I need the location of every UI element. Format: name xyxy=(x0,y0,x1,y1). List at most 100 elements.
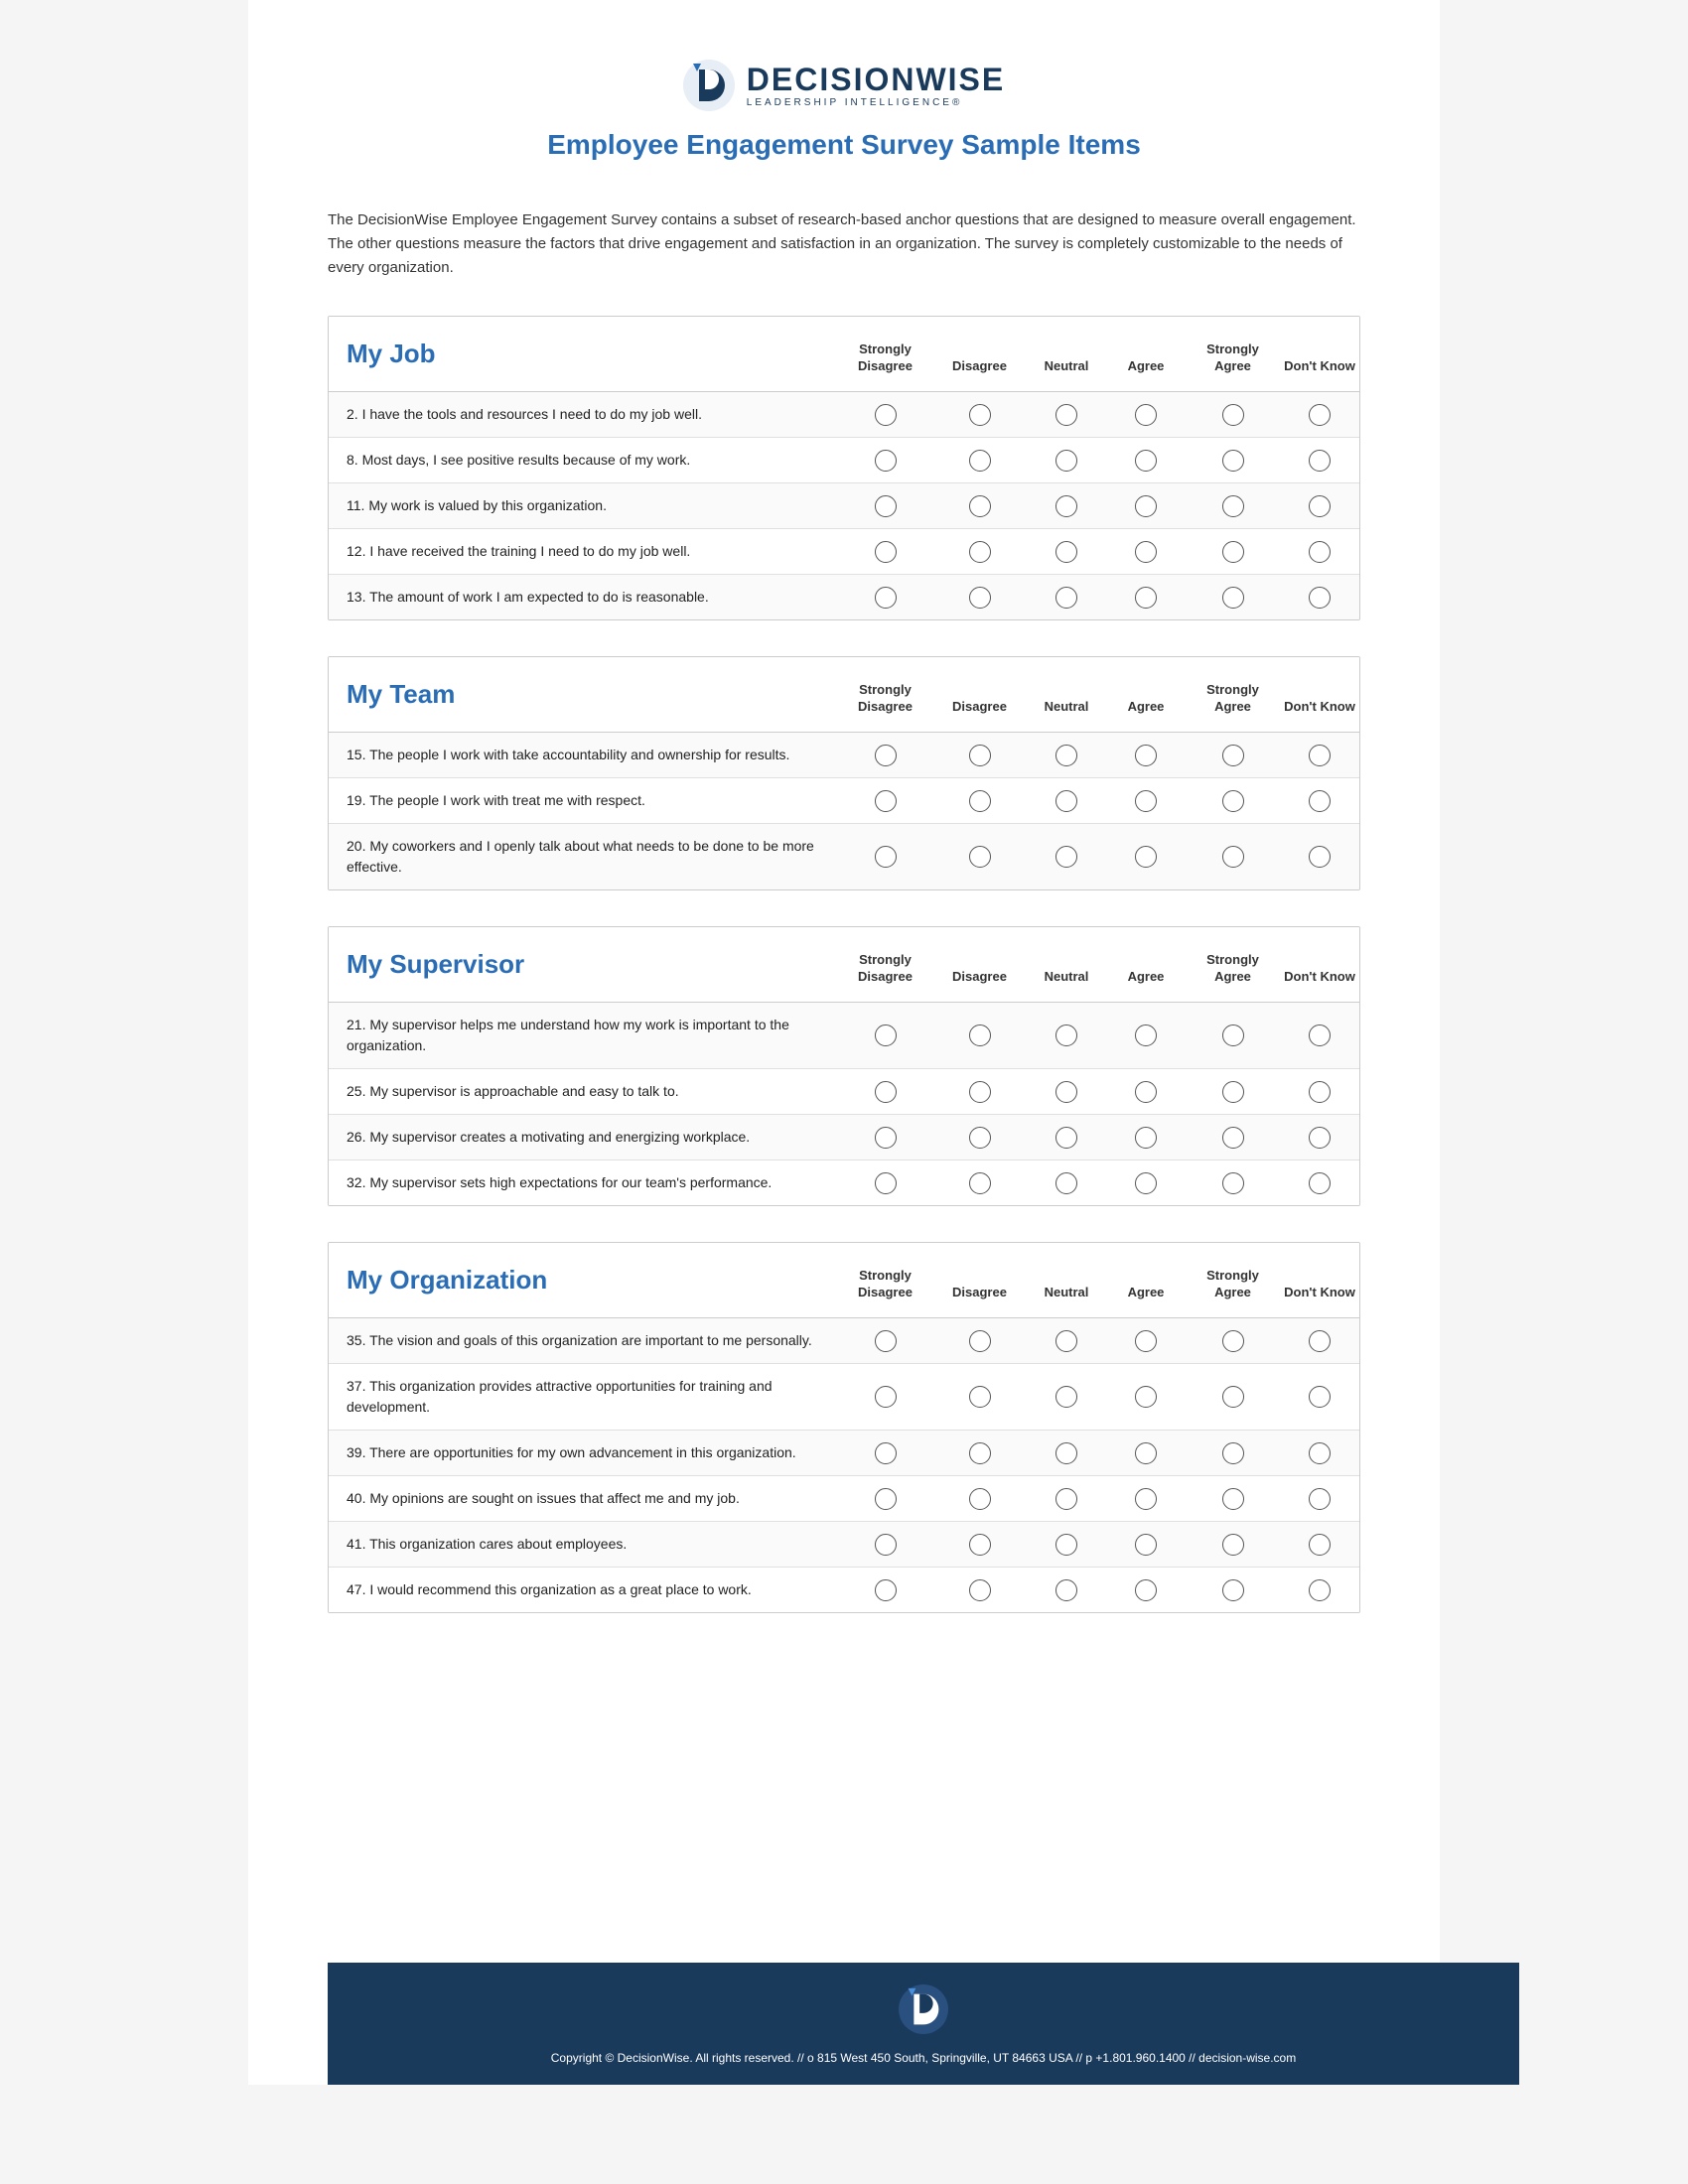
radio-cell-r0-c5[interactable] xyxy=(1280,745,1359,766)
radio-cell-r1-c3[interactable] xyxy=(1106,450,1186,472)
radio-cell-r0-c5[interactable] xyxy=(1280,404,1359,426)
radio-button[interactable] xyxy=(969,1442,991,1464)
radio-button[interactable] xyxy=(1309,846,1331,868)
radio-button[interactable] xyxy=(1309,541,1331,563)
radio-cell-r2-c4[interactable] xyxy=(1186,1442,1280,1464)
radio-button[interactable] xyxy=(1135,1172,1157,1194)
radio-button[interactable] xyxy=(969,1386,991,1408)
radio-button[interactable] xyxy=(1135,846,1157,868)
radio-button[interactable] xyxy=(1055,1534,1077,1556)
radio-button[interactable] xyxy=(1055,790,1077,812)
radio-cell-r5-c2[interactable] xyxy=(1027,1579,1106,1601)
radio-cell-r1-c5[interactable] xyxy=(1280,790,1359,812)
radio-cell-r2-c1[interactable] xyxy=(932,495,1027,517)
radio-cell-r1-c2[interactable] xyxy=(1027,1081,1106,1103)
radio-cell-r2-c1[interactable] xyxy=(932,1442,1027,1464)
radio-cell-r0-c0[interactable] xyxy=(838,1330,932,1352)
radio-button[interactable] xyxy=(1222,1579,1244,1601)
radio-button[interactable] xyxy=(1135,1534,1157,1556)
radio-cell-r3-c3[interactable] xyxy=(1106,541,1186,563)
radio-button[interactable] xyxy=(1222,1442,1244,1464)
radio-cell-r2-c0[interactable] xyxy=(838,846,932,868)
radio-cell-r2-c5[interactable] xyxy=(1280,1442,1359,1464)
radio-cell-r1-c1[interactable] xyxy=(932,1386,1027,1408)
radio-button[interactable] xyxy=(1222,404,1244,426)
radio-cell-r3-c1[interactable] xyxy=(932,541,1027,563)
radio-button[interactable] xyxy=(1135,541,1157,563)
radio-button[interactable] xyxy=(1222,587,1244,609)
radio-button[interactable] xyxy=(1055,404,1077,426)
radio-button[interactable] xyxy=(1135,1442,1157,1464)
radio-cell-r2-c1[interactable] xyxy=(932,846,1027,868)
radio-cell-r1-c0[interactable] xyxy=(838,450,932,472)
radio-button[interactable] xyxy=(969,404,991,426)
radio-cell-r2-c4[interactable] xyxy=(1186,1127,1280,1149)
radio-button[interactable] xyxy=(1055,1488,1077,1510)
radio-cell-r3-c2[interactable] xyxy=(1027,541,1106,563)
radio-button[interactable] xyxy=(875,1172,897,1194)
radio-button[interactable] xyxy=(1222,1330,1244,1352)
radio-button[interactable] xyxy=(1135,745,1157,766)
radio-cell-r1-c2[interactable] xyxy=(1027,790,1106,812)
radio-cell-r5-c5[interactable] xyxy=(1280,1579,1359,1601)
radio-button[interactable] xyxy=(1135,790,1157,812)
radio-cell-r5-c4[interactable] xyxy=(1186,1579,1280,1601)
radio-cell-r2-c2[interactable] xyxy=(1027,1127,1106,1149)
radio-cell-r3-c0[interactable] xyxy=(838,1172,932,1194)
radio-cell-r3-c5[interactable] xyxy=(1280,1172,1359,1194)
radio-button[interactable] xyxy=(1135,1488,1157,1510)
radio-cell-r0-c5[interactable] xyxy=(1280,1330,1359,1352)
radio-button[interactable] xyxy=(969,1081,991,1103)
radio-cell-r1-c1[interactable] xyxy=(932,790,1027,812)
radio-cell-r4-c5[interactable] xyxy=(1280,587,1359,609)
radio-cell-r3-c1[interactable] xyxy=(932,1488,1027,1510)
radio-button[interactable] xyxy=(969,1127,991,1149)
radio-button[interactable] xyxy=(1309,587,1331,609)
radio-button[interactable] xyxy=(1055,1330,1077,1352)
radio-button[interactable] xyxy=(969,790,991,812)
radio-cell-r1-c2[interactable] xyxy=(1027,1386,1106,1408)
radio-button[interactable] xyxy=(1135,1386,1157,1408)
radio-button[interactable] xyxy=(1055,541,1077,563)
radio-cell-r1-c3[interactable] xyxy=(1106,1081,1186,1103)
radio-button[interactable] xyxy=(1135,1081,1157,1103)
radio-button[interactable] xyxy=(875,846,897,868)
radio-button[interactable] xyxy=(1055,1081,1077,1103)
radio-cell-r3-c3[interactable] xyxy=(1106,1488,1186,1510)
radio-cell-r0-c2[interactable] xyxy=(1027,1024,1106,1046)
radio-cell-r5-c3[interactable] xyxy=(1106,1579,1186,1601)
radio-cell-r5-c0[interactable] xyxy=(838,1579,932,1601)
radio-button[interactable] xyxy=(1135,1330,1157,1352)
radio-button[interactable] xyxy=(1309,1442,1331,1464)
radio-button[interactable] xyxy=(1055,1024,1077,1046)
radio-button[interactable] xyxy=(1309,790,1331,812)
radio-cell-r0-c4[interactable] xyxy=(1186,1024,1280,1046)
radio-cell-r3-c3[interactable] xyxy=(1106,1172,1186,1194)
radio-cell-r2-c5[interactable] xyxy=(1280,846,1359,868)
radio-cell-r0-c5[interactable] xyxy=(1280,1024,1359,1046)
radio-button[interactable] xyxy=(1222,745,1244,766)
radio-button[interactable] xyxy=(1055,1442,1077,1464)
radio-button[interactable] xyxy=(1055,450,1077,472)
radio-button[interactable] xyxy=(1309,1488,1331,1510)
radio-cell-r5-c1[interactable] xyxy=(932,1579,1027,1601)
radio-cell-r4-c4[interactable] xyxy=(1186,1534,1280,1556)
radio-cell-r2-c5[interactable] xyxy=(1280,495,1359,517)
radio-cell-r0-c3[interactable] xyxy=(1106,745,1186,766)
radio-button[interactable] xyxy=(875,745,897,766)
radio-button[interactable] xyxy=(1055,1172,1077,1194)
radio-cell-r1-c4[interactable] xyxy=(1186,790,1280,812)
radio-cell-r3-c0[interactable] xyxy=(838,541,932,563)
radio-cell-r0-c2[interactable] xyxy=(1027,404,1106,426)
radio-cell-r0-c3[interactable] xyxy=(1106,1024,1186,1046)
radio-cell-r2-c0[interactable] xyxy=(838,1442,932,1464)
radio-button[interactable] xyxy=(969,846,991,868)
radio-cell-r1-c3[interactable] xyxy=(1106,790,1186,812)
radio-cell-r3-c1[interactable] xyxy=(932,1172,1027,1194)
radio-button[interactable] xyxy=(1309,1127,1331,1149)
radio-button[interactable] xyxy=(1055,745,1077,766)
radio-button[interactable] xyxy=(875,1127,897,1149)
radio-button[interactable] xyxy=(875,1442,897,1464)
radio-cell-r0-c0[interactable] xyxy=(838,404,932,426)
radio-button[interactable] xyxy=(875,404,897,426)
